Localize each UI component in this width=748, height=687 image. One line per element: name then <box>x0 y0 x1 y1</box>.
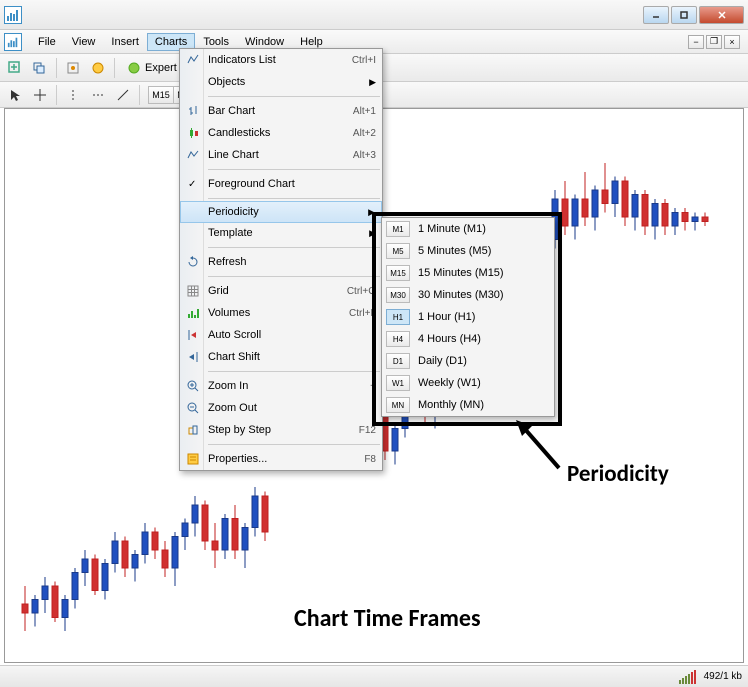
menu-insert[interactable]: Insert <box>103 33 147 51</box>
menu-zoom-out[interactable]: Zoom Out - <box>180 397 382 419</box>
menu-periodicity[interactable]: Periodicity ▶ <box>180 201 382 223</box>
periodicity-label: 15 Minutes (M15) <box>418 267 504 279</box>
menu-view[interactable]: View <box>64 33 104 51</box>
connection-bars-icon <box>679 670 696 684</box>
candlestick-icon <box>184 124 202 142</box>
charts-dropdown-menu: Indicators List Ctrl+I Objects ▶ Bar Cha… <box>179 48 383 471</box>
grid-icon <box>184 282 202 300</box>
tf-badge-h4: H4 <box>386 331 410 347</box>
menu-chart-shift[interactable]: Chart Shift <box>180 346 382 368</box>
mdi-close-button[interactable]: × <box>724 35 740 49</box>
tf-badge-w1: W1 <box>386 375 410 391</box>
window-minimize-button[interactable] <box>643 6 669 24</box>
periodicity-w1[interactable]: W1 Weekly (W1) <box>382 372 554 394</box>
market-watch-button[interactable] <box>62 57 84 79</box>
periodicity-label: 4 Hours (H4) <box>418 333 481 345</box>
menu-template[interactable]: Template ▶ <box>180 222 382 244</box>
status-kb-label: 492/1 kb <box>704 671 742 682</box>
menu-line-chart[interactable]: Line Chart Alt+3 <box>180 144 382 166</box>
crosshair-button[interactable] <box>29 84 51 106</box>
periodicity-label: Monthly (MN) <box>418 399 484 411</box>
tf-m15-button[interactable]: M15 <box>148 86 174 104</box>
periodicity-m5[interactable]: M5 5 Minutes (M5) <box>382 240 554 262</box>
menu-candlesticks[interactable]: Candlesticks Alt+2 <box>180 122 382 144</box>
periodicity-label: 1 Minute (M1) <box>418 223 486 235</box>
new-chart-button[interactable] <box>4 57 26 79</box>
menu-indicators-list[interactable]: Indicators List Ctrl+I <box>180 49 382 71</box>
line-chart-icon <box>184 146 202 164</box>
indicators-icon <box>184 51 202 69</box>
menu-volumes[interactable]: Volumes Ctrl+L <box>180 302 382 324</box>
app-icon <box>4 6 22 24</box>
periodicity-label: Weekly (W1) <box>418 377 481 389</box>
trendline-button[interactable] <box>112 84 134 106</box>
mdi-minimize-button[interactable]: − <box>688 35 704 49</box>
statusbar: 492/1 kb <box>0 665 748 687</box>
window-maximize-button[interactable] <box>671 6 697 24</box>
bar-chart-icon <box>184 102 202 120</box>
tf-badge-m1: M1 <box>386 221 410 237</box>
zoom-in-icon <box>184 377 202 395</box>
app-icon-small <box>4 33 22 51</box>
hline-button[interactable] <box>87 84 109 106</box>
step-icon <box>184 421 202 439</box>
periodicity-m15[interactable]: M15 15 Minutes (M15) <box>382 262 554 284</box>
periodicity-label: 1 Hour (H1) <box>418 311 475 323</box>
periodicity-d1[interactable]: D1 Daily (D1) <box>382 350 554 372</box>
menu-file[interactable]: File <box>30 33 64 51</box>
tf-badge-m30: M30 <box>386 287 410 303</box>
window-titlebar <box>0 0 748 30</box>
submenu-arrow-icon: ▶ <box>369 228 376 239</box>
zoom-out-icon <box>184 399 202 417</box>
menu-auto-scroll[interactable]: Auto Scroll <box>180 324 382 346</box>
vline-button[interactable] <box>62 84 84 106</box>
submenu-arrow-icon: ▶ <box>368 207 375 218</box>
window-close-button[interactable] <box>699 6 744 24</box>
periodicity-label: 30 Minutes (M30) <box>418 289 504 301</box>
tf-badge-mn: MN <box>386 397 410 413</box>
menu-refresh[interactable]: Refresh <box>180 251 382 273</box>
periodicity-m1[interactable]: M1 1 Minute (M1) <box>382 218 554 240</box>
tf-badge-m15: M15 <box>386 265 410 281</box>
menu-bar-chart[interactable]: Bar Chart Alt+1 <box>180 100 382 122</box>
mdi-restore-button[interactable]: ❐ <box>706 35 722 49</box>
profiles-button[interactable] <box>29 57 51 79</box>
auto-scroll-icon <box>184 326 202 344</box>
menu-grid[interactable]: Grid Ctrl+G <box>180 280 382 302</box>
periodicity-label: Daily (D1) <box>418 355 467 367</box>
chart-shift-icon <box>184 348 202 366</box>
checkmark-icon: ✓ <box>188 179 196 190</box>
periodicity-h1[interactable]: H1 1 Hour (H1) <box>382 306 554 328</box>
tf-badge-h1: H1 <box>386 309 410 325</box>
navigator-button[interactable] <box>87 57 109 79</box>
periodicity-h4[interactable]: H4 4 Hours (H4) <box>382 328 554 350</box>
menu-step-by-step[interactable]: Step by Step F12 <box>180 419 382 441</box>
properties-icon <box>184 450 202 468</box>
cursor-button[interactable] <box>4 84 26 106</box>
periodicity-m30[interactable]: M30 30 Minutes (M30) <box>382 284 554 306</box>
menu-foreground-chart[interactable]: ✓ Foreground Chart <box>180 173 382 195</box>
tf-badge-m5: M5 <box>386 243 410 259</box>
refresh-icon <box>184 253 202 271</box>
periodicity-label: 5 Minutes (M5) <box>418 245 491 257</box>
periodicity-mn[interactable]: MN Monthly (MN) <box>382 394 554 416</box>
submenu-arrow-icon: ▶ <box>369 77 376 88</box>
menu-properties[interactable]: Properties... F8 <box>180 448 382 470</box>
tf-badge-d1: D1 <box>386 353 410 369</box>
volumes-icon <box>184 304 202 322</box>
menu-zoom-in[interactable]: Zoom In + <box>180 375 382 397</box>
expert-icon <box>127 61 141 75</box>
menu-objects[interactable]: Objects ▶ <box>180 71 382 93</box>
periodicity-submenu: M1 1 Minute (M1) M5 5 Minutes (M5) M15 15 Min… <box>381 217 555 417</box>
